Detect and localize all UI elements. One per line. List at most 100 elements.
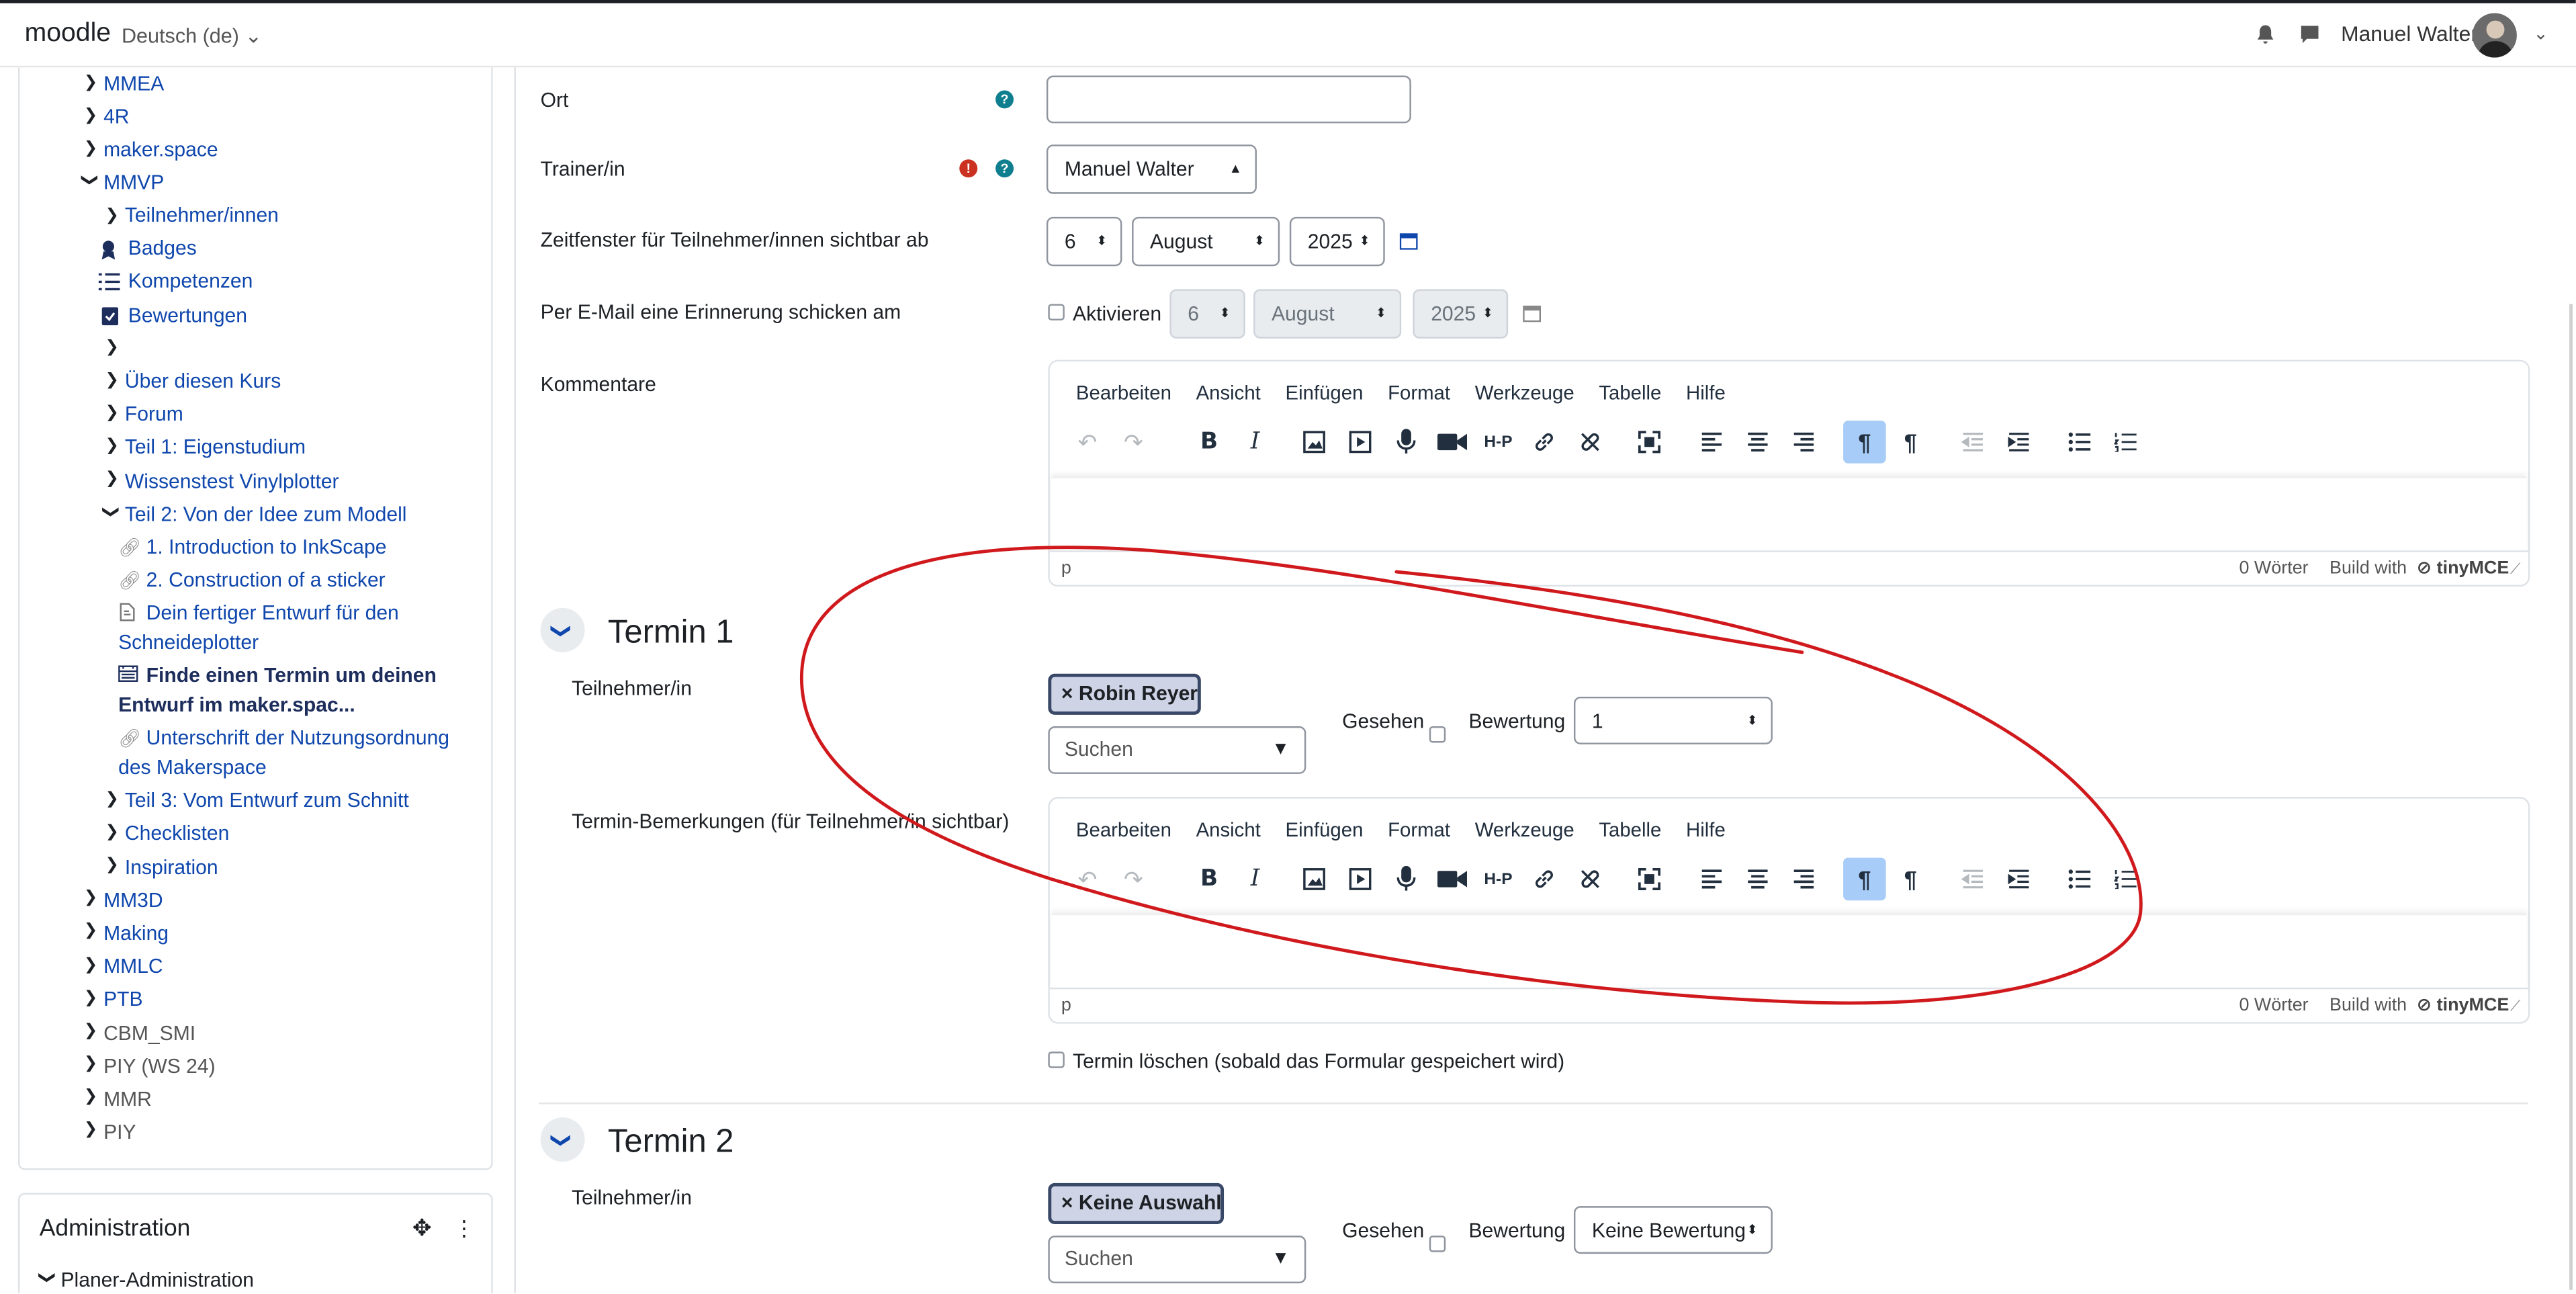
- avatar[interactable]: [2472, 13, 2517, 58]
- h5p-icon[interactable]: H-P: [1477, 858, 1520, 901]
- sidebar-item-signature-line2[interactable]: des Makerspace: [118, 756, 267, 779]
- slot2-participant-search[interactable]: Suchen ▼: [1048, 1236, 1306, 1284]
- sidebar-item-ptb[interactable]: PTB: [103, 988, 143, 1010]
- chevron-right-icon[interactable]: ❯: [84, 140, 98, 158]
- calendar-icon[interactable]: [1399, 232, 1418, 250]
- tinymce-logo[interactable]: ⊘ tinyMCE: [2417, 557, 2510, 578]
- italic-icon[interactable]: I: [1234, 421, 1277, 464]
- sidebar-item-mmea[interactable]: MMEA: [103, 73, 164, 95]
- sidebar-item-part2[interactable]: Teil 2: Von der Idee zum Modell: [125, 503, 407, 525]
- chevron-right-icon[interactable]: ❯: [105, 437, 120, 456]
- slot1-remarks-editor[interactable]: Bearbeiten Ansicht Einfügen Format Werkzeuge…: [1048, 797, 2530, 1024]
- slot2-seen-checkbox[interactable]: [1429, 1236, 1446, 1252]
- slot1-grade-select[interactable]: 1 ⬍: [1573, 696, 1773, 744]
- fullscreen-icon[interactable]: [1628, 421, 1671, 464]
- menu-insert[interactable]: Einfügen: [1286, 818, 1364, 841]
- chevron-right-icon[interactable]: ❯: [105, 856, 120, 874]
- visible-day-select[interactable]: 6 ⬍: [1046, 216, 1122, 267]
- indent-icon[interactable]: [1998, 858, 2041, 901]
- kebab-menu-icon[interactable]: ⋮: [453, 1216, 475, 1242]
- menu-format[interactable]: Format: [1388, 818, 1450, 841]
- sidebar-item-cbm-smi[interactable]: CBM_SMI: [103, 1022, 195, 1045]
- chevron-down-icon[interactable]: ❯: [80, 173, 98, 187]
- messages-icon[interactable]: [2299, 23, 2321, 46]
- chevron-right-icon[interactable]: ❯: [84, 889, 98, 907]
- chevron-down-icon[interactable]: ❯: [101, 505, 120, 519]
- align-left-icon[interactable]: [1691, 421, 1734, 464]
- scrollbar-thumb[interactable]: [2569, 304, 2573, 1290]
- sidebar-item-scheduler-line1[interactable]: Finde einen Termin um deinen: [146, 664, 437, 687]
- rtl-icon[interactable]: ¶: [1890, 858, 1933, 901]
- remove-icon[interactable]: ×: [1061, 1191, 1073, 1214]
- chevron-right-icon[interactable]: ❯: [84, 1088, 98, 1106]
- sidebar-item-forum[interactable]: Forum: [125, 402, 183, 425]
- resize-handle-icon[interactable]: ⟋: [2510, 998, 2520, 1016]
- ltr-icon[interactable]: ¶: [1843, 421, 1886, 464]
- undo-icon[interactable]: ↶: [1066, 858, 1109, 901]
- align-right-icon[interactable]: [1783, 858, 1826, 901]
- link-icon[interactable]: [1523, 858, 1566, 901]
- slot1-participant-tag[interactable]: × Robin Reyer: [1048, 673, 1201, 715]
- visible-year-select[interactable]: 2025 ⬍: [1289, 216, 1385, 267]
- chevron-right-icon[interactable]: ❯: [105, 339, 120, 357]
- menu-view[interactable]: Ansicht: [1196, 381, 1261, 404]
- language-menu[interactable]: Deutsch (de) ⌄: [122, 23, 262, 48]
- menu-help[interactable]: Hilfe: [1686, 381, 1726, 404]
- sidebar-item-grades[interactable]: Bewertungen: [128, 304, 247, 327]
- chevron-right-icon[interactable]: ❯: [105, 372, 120, 390]
- comments-editor[interactable]: Bearbeiten Ansicht Einfügen Format Werkzeuge…: [1048, 359, 2530, 587]
- chevron-right-icon[interactable]: ❯: [84, 1055, 98, 1073]
- ltr-icon[interactable]: ¶: [1843, 857, 1886, 901]
- sidebar-item-inkscape[interactable]: 1. Introduction to InkScape: [146, 535, 387, 558]
- bold-icon[interactable]: B: [1188, 858, 1231, 901]
- resize-handle-icon[interactable]: ⟋: [2510, 560, 2520, 578]
- calendar-icon[interactable]: [1523, 304, 1542, 322]
- link-icon[interactable]: [1523, 421, 1566, 464]
- rtl-icon[interactable]: ¶: [1890, 421, 1933, 464]
- sidebar-item-scheduler-line2[interactable]: Entwurf im maker.spac...: [118, 693, 355, 716]
- move-icon[interactable]: ✥: [412, 1214, 432, 1242]
- align-right-icon[interactable]: [1783, 421, 1826, 464]
- sidebar-item-sticker[interactable]: 2. Construction of a sticker: [146, 568, 386, 591]
- sidebar-item-mmr[interactable]: MMR: [103, 1088, 152, 1111]
- video-camera-icon[interactable]: [1431, 858, 1474, 901]
- chevron-right-icon[interactable]: ❯: [105, 823, 120, 841]
- chevron-right-icon[interactable]: ❯: [84, 74, 98, 92]
- reminder-year-select[interactable]: 2025 ⬍: [1413, 289, 1509, 339]
- user-menu-chevron-icon[interactable]: ⌄: [2533, 23, 2548, 44]
- bold-icon[interactable]: B: [1188, 421, 1231, 464]
- media-icon[interactable]: [1339, 858, 1382, 901]
- sidebar-item-part1[interactable]: Teil 1: Eigenstudium: [125, 435, 306, 458]
- ort-input[interactable]: [1046, 75, 1411, 124]
- trainer-select[interactable]: Manuel Walter ▲: [1046, 144, 1257, 194]
- sidebar-item-about-course[interactable]: Über diesen Kurs: [125, 370, 281, 392]
- indent-icon[interactable]: [1998, 421, 2041, 464]
- sidebar-item-signature-line1[interactable]: Unterschrift der Nutzungsordnung: [146, 726, 449, 749]
- sidebar-item-mmlc[interactable]: MMLC: [103, 955, 163, 978]
- admin-planer[interactable]: Planer-Administration: [60, 1268, 254, 1291]
- editor-path[interactable]: p: [1061, 559, 1071, 578]
- slot1-seen-checkbox[interactable]: [1429, 726, 1446, 743]
- tinymce-logo[interactable]: ⊘ tinyMCE: [2417, 994, 2510, 1015]
- redo-icon[interactable]: ↷: [1112, 858, 1155, 901]
- chevron-right-icon[interactable]: ❯: [84, 956, 98, 974]
- reminder-enable-checkbox[interactable]: [1048, 304, 1065, 320]
- align-center-icon[interactable]: [1736, 858, 1779, 901]
- redo-icon[interactable]: ↷: [1112, 421, 1155, 464]
- chevron-right-icon[interactable]: ❯: [84, 989, 98, 1007]
- sidebar-item-mm3d[interactable]: MM3D: [103, 889, 163, 912]
- visible-month-select[interactable]: August ⬍: [1132, 216, 1280, 267]
- chevron-right-icon[interactable]: ❯: [84, 922, 98, 940]
- sidebar-item-piy[interactable]: PIY: [103, 1121, 136, 1144]
- chevron-right-icon[interactable]: ❯: [84, 1121, 98, 1139]
- h5p-icon[interactable]: H-P: [1477, 421, 1520, 464]
- chevron-right-icon[interactable]: ❯: [84, 107, 98, 125]
- sidebar-item-mmvp[interactable]: MMVP: [103, 171, 164, 193]
- menu-edit[interactable]: Bearbeiten: [1076, 381, 1171, 404]
- sidebar-item-4r[interactable]: 4R: [103, 105, 129, 128]
- help-icon[interactable]: ?: [995, 159, 1014, 178]
- sidebar-item-piy-ws24[interactable]: PIY (WS 24): [103, 1055, 216, 1078]
- slot1-delete-checkbox[interactable]: [1048, 1051, 1065, 1068]
- numbered-list-icon[interactable]: [2104, 858, 2147, 901]
- editor-content-area[interactable]: [1051, 476, 2527, 554]
